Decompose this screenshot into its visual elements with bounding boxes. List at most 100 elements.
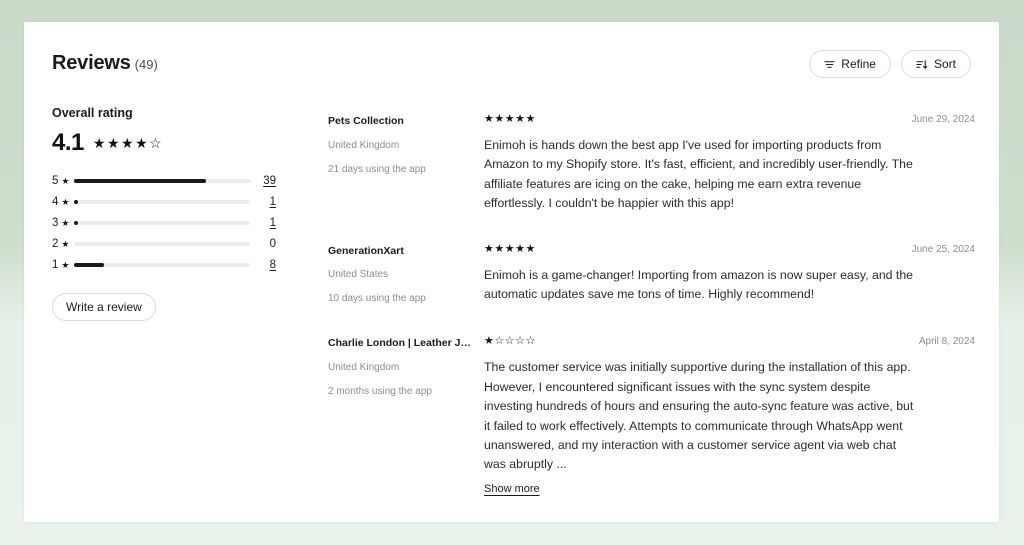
sort-button[interactable]: Sort: [900, 50, 971, 78]
star-glyph: ★: [525, 113, 536, 125]
review-text: Enimoh is a game-changer! Importing from…: [484, 267, 914, 302]
star-glyph: ★: [515, 242, 526, 255]
rating-stars-number: 2: [52, 238, 59, 250]
filter-icon: [824, 59, 835, 70]
sort-descending-icon: [916, 59, 928, 70]
rating-bar-count[interactable]: 39: [260, 175, 276, 187]
page-background: Reviews (49) Refine Sort Overall rating …: [0, 0, 1024, 545]
star-glyph: ★: [121, 135, 136, 151]
star-glyph: ★: [106, 135, 121, 151]
rating-stars-number: 5: [52, 175, 59, 187]
review-body: ★★★★★ June 25, 2024 Enimoh is a game-chang…: [484, 242, 975, 307]
review-usage-duration: 21 days using the app: [328, 163, 426, 175]
rating-distribution-label: 3 ★: [52, 217, 74, 229]
rating-distribution-label: 2 ★: [52, 238, 74, 250]
review-meta: Pets Collection United Kingdom 21 days usi…: [328, 114, 484, 214]
star-glyph: ★: [504, 113, 516, 125]
review-meta: Charlie London | Leather Jacket... United…: [328, 336, 484, 497]
review-shop-name: Pets Collection: [328, 115, 404, 127]
rating-bar-count[interactable]: 1: [260, 217, 276, 229]
review-shop-country: United Kingdom: [328, 362, 400, 374]
review-text: Enimoh is hands down the best app I've u…: [484, 138, 913, 211]
review-text: The customer service was initially suppo…: [484, 360, 914, 472]
page-title: Reviews: [52, 52, 131, 74]
review-item: Charlie London | Leather Jacket... United…: [328, 336, 975, 497]
star-glyph: ☆: [494, 335, 505, 348]
overall-star-rating: ★★★★☆: [93, 136, 163, 150]
review-item: GenerationXart United States 10 days using…: [328, 242, 975, 307]
reviews-list: Pets Collection United Kingdom 21 days usi…: [328, 114, 975, 522]
header-actions: Refine Sort: [809, 50, 971, 78]
rating-bar-fill: [74, 221, 78, 225]
review-usage-duration: 10 days using the app: [328, 293, 426, 305]
review-date: June 25, 2024: [911, 243, 975, 255]
rating-bar-track: [74, 263, 250, 267]
show-more-link[interactable]: Show more: [484, 483, 540, 495]
rating-bar-count[interactable]: 1: [260, 196, 276, 208]
refine-button[interactable]: Refine: [809, 50, 891, 78]
star-glyph: ☆: [504, 335, 516, 348]
star-glyph: ★: [494, 113, 505, 125]
rating-bar-track: [74, 242, 250, 246]
rating-stars-number: 4: [52, 196, 59, 208]
rating-bar-fill: [74, 263, 104, 267]
reviews-card: Reviews (49) Refine Sort Overall rating …: [24, 22, 999, 522]
review-date: June 29, 2024: [911, 114, 975, 125]
rating-distribution-row: 3 ★ 1: [52, 213, 276, 233]
sort-label: Sort: [933, 57, 956, 71]
rating-bar-track: [74, 221, 250, 225]
star-icon: ★: [61, 217, 70, 228]
star-glyph: ★: [515, 113, 526, 125]
rating-bar-count[interactable]: 8: [260, 259, 276, 271]
review-shop-name: Charlie London | Leather Jacket...: [328, 337, 472, 350]
rating-distribution-row: 4 ★ 1: [52, 192, 276, 212]
star-icon: ★: [61, 238, 70, 249]
review-shop-name: GenerationXart: [328, 244, 404, 257]
review-shop-country: United Kingdom: [328, 139, 400, 151]
refine-label: Refine: [841, 57, 876, 71]
review-usage-duration: 2 months using the app: [328, 386, 432, 398]
overall-score-row: 4.1 ★★★★☆: [52, 131, 298, 155]
star-icon: ★: [61, 259, 70, 270]
rating-bar-count: 0: [269, 238, 276, 250]
rating-stars-number: 3: [52, 217, 59, 229]
star-glyph: ★: [494, 242, 505, 255]
overall-rating-label: Overall rating: [52, 106, 133, 120]
star-glyph: ☆: [525, 335, 536, 348]
rating-bar-fill: [74, 179, 206, 183]
rating-distribution-label: 4 ★: [52, 196, 74, 208]
star-icon: ★: [61, 196, 70, 207]
review-shop-country: United States: [328, 269, 389, 281]
review-body: ★☆☆☆☆ April 8, 2024 The customer service w…: [484, 336, 975, 497]
star-glyph: ★: [484, 113, 495, 125]
rating-distribution-label: 5 ★: [52, 175, 74, 187]
rating-distribution-row: 1 ★ 8: [52, 255, 276, 275]
rating-stars-number: 1: [52, 259, 59, 271]
review-meta: GenerationXart United States 10 days using…: [328, 244, 484, 307]
star-icon: ★: [61, 175, 70, 186]
star-glyph: ★: [135, 135, 150, 151]
rating-bar-track: [74, 200, 250, 204]
star-glyph: ★: [92, 135, 107, 151]
star-glyph: ☆: [515, 335, 526, 348]
rating-distribution: 5 ★ 39 4 ★ 1 3 ★ 1 2 ★ 0 1 ★ 8: [52, 171, 276, 275]
rating-distribution-row: 2 ★ 0: [52, 234, 276, 254]
review-count: (49): [134, 57, 158, 72]
star-glyph: ★: [484, 335, 495, 348]
rating-distribution-row: 5 ★ 39: [52, 171, 276, 191]
overall-score-value: 4.1: [52, 129, 84, 156]
reviews-header: Reviews (49) Refine Sort: [52, 50, 971, 86]
star-glyph: ★: [504, 242, 516, 255]
star-glyph: ★: [484, 242, 495, 255]
rating-bar-track: [74, 179, 250, 183]
overall-rating-panel: Overall rating 4.1 ★★★★☆ 5 ★ 39 4 ★ 1 3 ★ 1 2 ★ 0 1 ★…: [52, 106, 298, 321]
rating-bar-fill: [74, 200, 78, 204]
write-review-button[interactable]: Write a review: [52, 293, 156, 321]
review-star-rating: ★★★★★: [484, 242, 975, 255]
review-body: ★★★★★ June 29, 2024 Enimoh is hands down t…: [484, 114, 975, 214]
star-glyph: ☆: [149, 135, 164, 151]
review-star-rating: ★☆☆☆☆: [484, 336, 975, 347]
review-star-rating: ★★★★★: [484, 114, 975, 125]
review-item: Pets Collection United Kingdom 21 days usi…: [328, 114, 975, 214]
rating-distribution-label: 1 ★: [52, 259, 74, 271]
